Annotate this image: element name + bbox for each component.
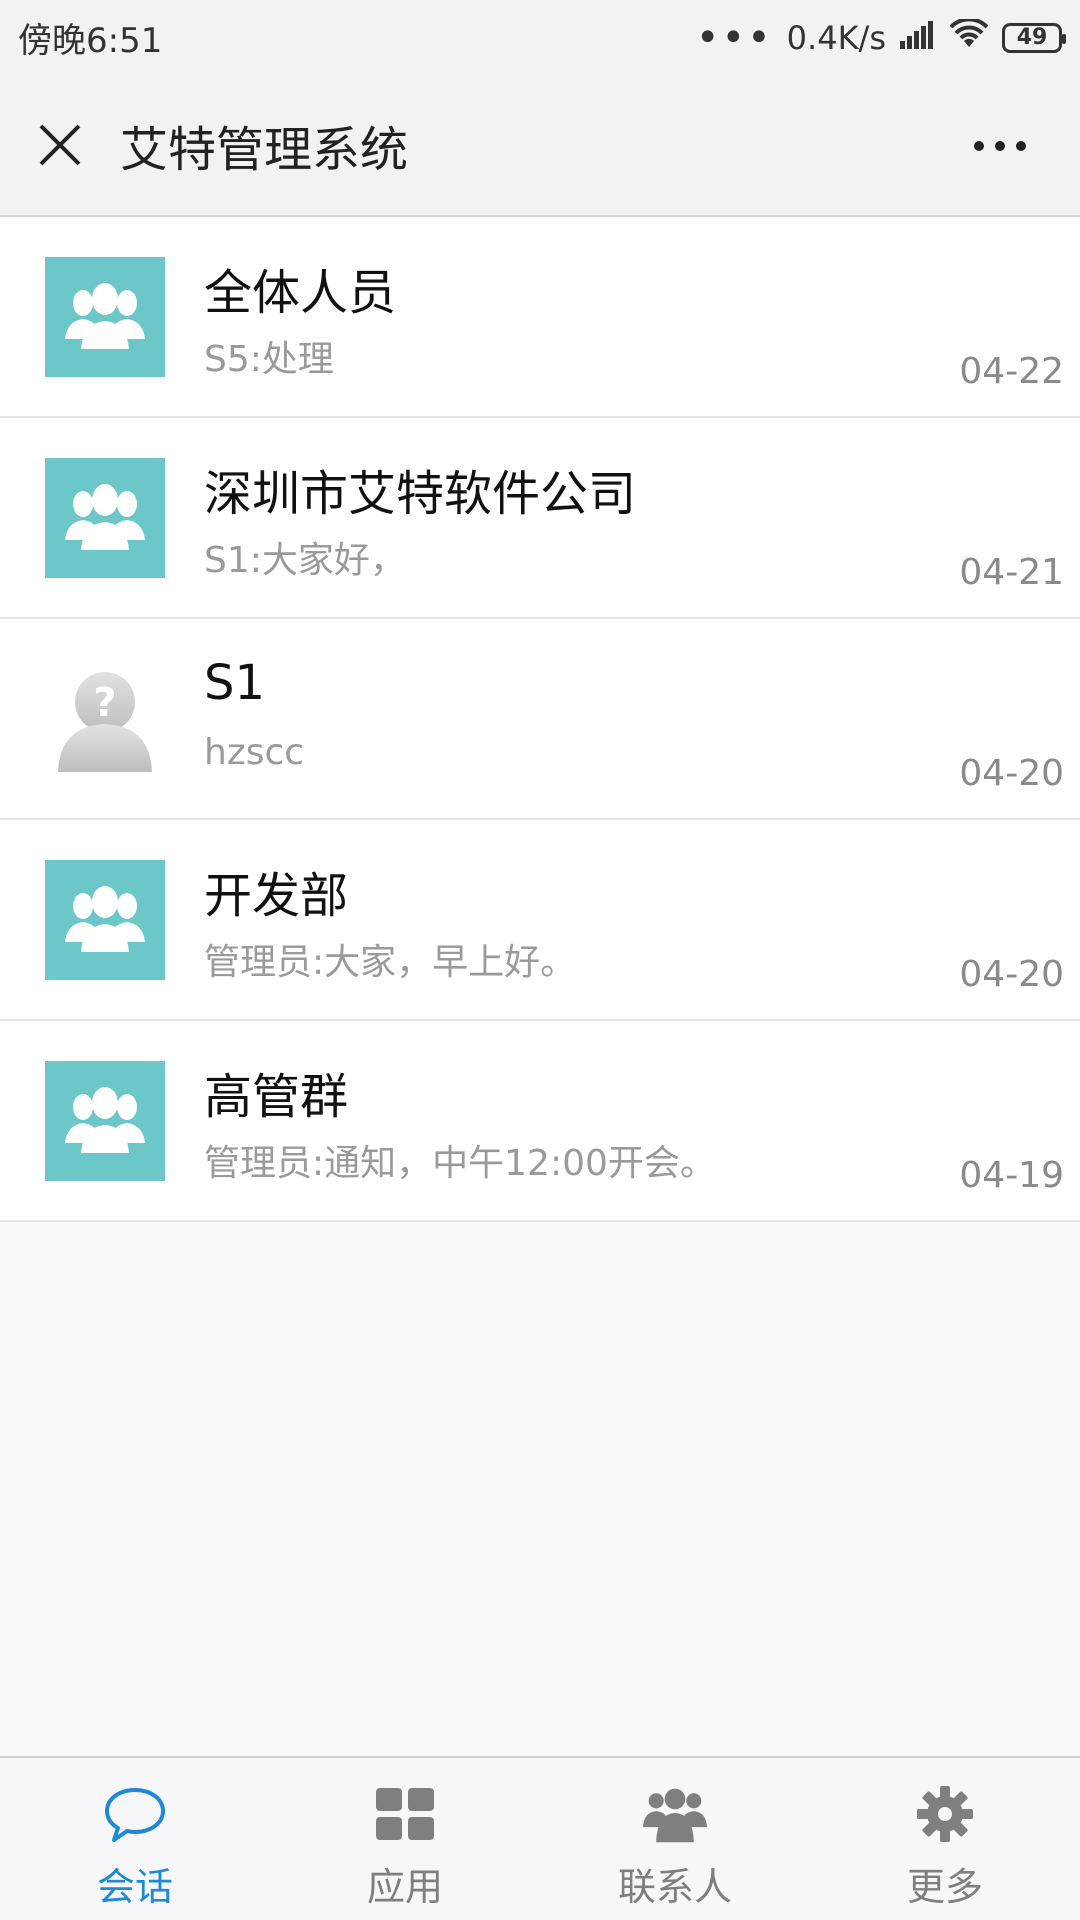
battery-icon: 49 <box>1002 22 1066 53</box>
tab-label: 更多 <box>906 1865 983 1909</box>
conversation-time: 04-19 <box>959 1155 1064 1196</box>
conversation-name: 全体人员 <box>204 265 397 321</box>
conversation-preview: hzscc <box>204 732 305 773</box>
group-icon <box>45 860 165 980</box>
conversation-name: 深圳市艾特软件公司 <box>204 466 637 522</box>
chat-bubble-icon <box>103 1782 167 1846</box>
group-icon <box>45 458 165 578</box>
signal-icon <box>900 19 936 57</box>
status-time: 傍晚6:51 <box>18 21 163 61</box>
status-indicators: ••• 0.4K/s 49 <box>695 14 1066 61</box>
conversation-name: 高管群 <box>204 1069 349 1125</box>
group-icon <box>45 257 165 377</box>
conversation-item[interactable]: ? S1 hzscc 04-20 <box>0 619 1080 820</box>
network-speed: 0.4K/s <box>786 18 886 57</box>
conversation-preview: 管理员:通知，中午12:00开会。 <box>204 1143 716 1184</box>
page-title: 艾特管理系统 <box>120 122 409 178</box>
notification-dots: ••• <box>695 14 773 61</box>
battery-level: 49 <box>1016 25 1048 50</box>
conversation-preview: 管理员:大家，早上好。 <box>204 942 577 983</box>
app-header: 艾特管理系统 <box>0 75 1080 217</box>
more-dots-icon <box>974 141 1026 151</box>
tab-apps[interactable]: 应用 <box>270 1758 540 1920</box>
tab-label: 联系人 <box>617 1865 732 1909</box>
conversation-name: S1 <box>204 655 266 711</box>
close-icon <box>39 124 81 166</box>
conversation-time: 04-22 <box>959 351 1064 392</box>
grid-icon <box>373 1782 437 1846</box>
conversation-name: 开发部 <box>204 868 349 924</box>
bottom-tab-bar: 会话 应用 联系人 更多 <box>0 1756 1080 1920</box>
wifi-icon <box>949 16 989 57</box>
conversation-time: 04-20 <box>959 753 1064 794</box>
close-button[interactable] <box>0 74 120 216</box>
gear-icon <box>913 1782 977 1846</box>
status-bar: 傍晚6:51 ••• 0.4K/s 49 <box>0 0 1080 75</box>
tab-contacts[interactable]: 联系人 <box>540 1758 810 1920</box>
conversation-preview: S1:大家好， <box>204 540 406 581</box>
svg-text:?: ? <box>93 680 116 726</box>
conversation-item[interactable]: 全体人员 S5:处理 04-22 <box>0 217 1080 418</box>
contacts-icon <box>643 1782 707 1846</box>
tab-label: 会话 <box>96 1865 173 1909</box>
conversation-time: 04-20 <box>959 954 1064 995</box>
more-options-button[interactable] <box>960 75 1040 217</box>
unknown-user-icon: ? <box>45 659 165 779</box>
conversation-item[interactable]: 开发部 管理员:大家，早上好。 04-20 <box>0 820 1080 1021</box>
conversation-item[interactable]: 深圳市艾特软件公司 S1:大家好， 04-21 <box>0 418 1080 619</box>
conversation-preview: S5:处理 <box>204 339 334 380</box>
tab-conversations[interactable]: 会话 <box>0 1758 270 1920</box>
tab-label: 应用 <box>366 1865 443 1909</box>
conversation-time: 04-21 <box>959 552 1064 593</box>
group-icon <box>45 1061 165 1181</box>
conversation-item[interactable]: 高管群 管理员:通知，中午12:00开会。 04-19 <box>0 1021 1080 1222</box>
conversation-list: 全体人员 S5:处理 04-22 深圳市艾特软件公司 S1:大家好， 04-21 <box>0 217 1080 1222</box>
tab-more[interactable]: 更多 <box>810 1758 1080 1920</box>
